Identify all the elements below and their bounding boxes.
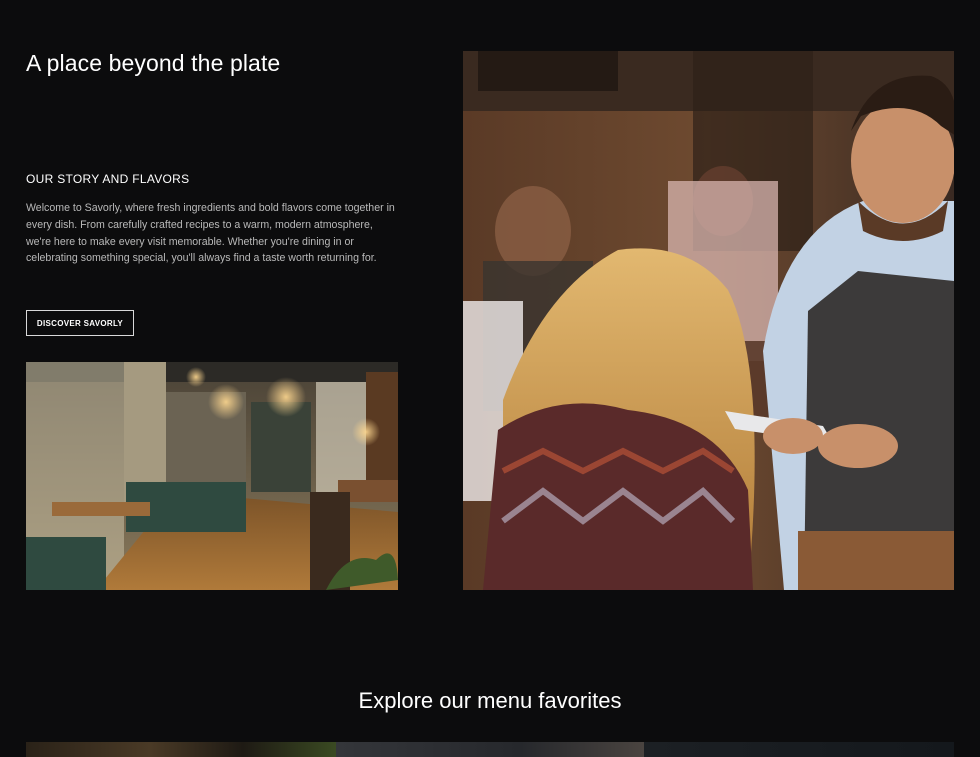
discover-savorly-button[interactable]: DISCOVER SAVORLY xyxy=(26,310,134,336)
menu-item-image[interactable] xyxy=(644,742,954,757)
menu-item-image[interactable] xyxy=(336,742,644,757)
story-heading: OUR STORY AND FLAVORS xyxy=(26,172,190,186)
menu-favorites-carousel xyxy=(26,742,954,757)
waiter-with-tablet-image xyxy=(463,51,954,590)
hero-title: A place beyond the plate xyxy=(26,50,281,76)
menu-section-title: Explore our menu favorites xyxy=(358,688,622,713)
story-paragraph: Welcome to Savorly, where fresh ingredie… xyxy=(26,202,395,265)
restaurant-interior-image xyxy=(26,362,398,590)
menu-item-image[interactable] xyxy=(26,742,336,757)
